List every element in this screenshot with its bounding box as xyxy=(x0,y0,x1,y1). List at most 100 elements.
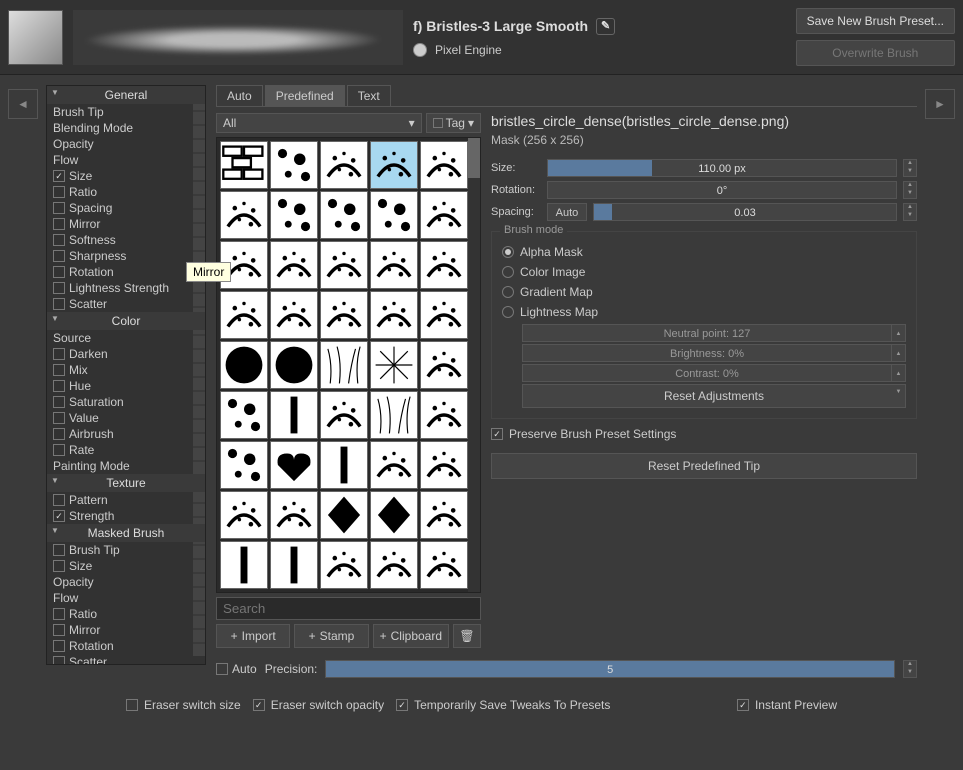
tip-thumbnail[interactable] xyxy=(270,491,318,539)
tip-thumbnail[interactable] xyxy=(420,491,468,539)
tip-thumbnail[interactable] xyxy=(420,441,468,489)
sidebar-item-blending-mode[interactable]: Blending Mode xyxy=(47,120,205,136)
sidebar-item-spacing[interactable]: Spacing xyxy=(47,200,205,216)
next-arrow-button[interactable]: ► xyxy=(925,89,955,119)
radio-lightness-map[interactable]: Lightness Map xyxy=(502,302,906,322)
tip-thumbnail[interactable] xyxy=(420,191,468,239)
tip-thumbnail[interactable] xyxy=(320,441,368,489)
reset-adjustments-button[interactable]: Reset Adjustments xyxy=(522,384,906,408)
checkbox-icon[interactable] xyxy=(53,380,65,392)
tip-thumbnail[interactable] xyxy=(420,541,468,589)
sidebar-item-sharpness[interactable]: Sharpness xyxy=(47,248,205,264)
sidebar-item-opacity[interactable]: Opacity xyxy=(47,136,205,152)
checkbox-icon[interactable] xyxy=(53,364,65,376)
spacing-auto-toggle[interactable]: Auto xyxy=(547,203,587,221)
tip-thumbnail[interactable] xyxy=(370,341,418,389)
brightness-slider[interactable]: Brightness: 0%▲▼ xyxy=(522,344,906,362)
tip-thumbnail[interactable] xyxy=(320,191,368,239)
scrollbar-thumb[interactable] xyxy=(468,138,480,178)
tip-thumbnail[interactable] xyxy=(370,391,418,439)
sidebar-item-darken[interactable]: Darken xyxy=(47,346,205,362)
rename-icon[interactable]: ✎ xyxy=(596,18,615,35)
checkbox-icon[interactable] xyxy=(53,428,65,440)
sidebar-item-rate[interactable]: Rate xyxy=(47,442,205,458)
checkbox-icon[interactable]: ✓ xyxy=(53,170,65,182)
tip-thumbnail[interactable] xyxy=(320,541,368,589)
instant-preview-checkbox[interactable]: ✓Instant Preview xyxy=(737,694,837,716)
rotation-slider[interactable]: 0° xyxy=(547,181,897,199)
sidebar-item-rotation[interactable]: Rotation xyxy=(47,264,205,280)
checkbox-icon[interactable] xyxy=(53,494,65,506)
tip-thumbnail[interactable] xyxy=(320,491,368,539)
tip-thumbnail[interactable] xyxy=(220,141,268,189)
section-masked[interactable]: Masked Brush xyxy=(47,524,205,542)
sidebar-item-masked-ratio[interactable]: Ratio xyxy=(47,606,205,622)
sidebar-item-saturation[interactable]: Saturation xyxy=(47,394,205,410)
tip-thumbnail[interactable] xyxy=(220,341,268,389)
preserve-preset-checkbox[interactable]: ✓ Preserve Brush Preset Settings xyxy=(491,423,917,445)
sidebar-item-painting-mode[interactable]: Painting Mode xyxy=(47,458,205,474)
section-general[interactable]: General xyxy=(47,86,205,104)
sidebar-item-masked-opacity[interactable]: Opacity xyxy=(47,574,205,590)
sidebar-item-masked-mirror[interactable]: Mirror xyxy=(47,622,205,638)
stamp-button[interactable]: +Stamp xyxy=(294,624,368,648)
sidebar-item-masked-scatter[interactable]: Scatter xyxy=(47,654,205,665)
tip-thumbnail[interactable] xyxy=(320,291,368,339)
sidebar-item-pattern[interactable]: Pattern xyxy=(47,492,205,508)
neutral-point-slider[interactable]: Neutral point: 127▲▼ xyxy=(522,324,906,342)
tab-predefined[interactable]: Predefined xyxy=(265,85,345,106)
tip-thumbnail[interactable] xyxy=(270,291,318,339)
tip-thumbnail[interactable] xyxy=(270,141,318,189)
precision-auto-checkbox[interactable]: Auto xyxy=(216,662,257,676)
eraser-switch-size-checkbox[interactable]: Eraser switch size xyxy=(126,694,241,716)
tip-thumbnail[interactable] xyxy=(220,391,268,439)
rotation-spinner[interactable]: ▲▼ xyxy=(903,181,917,199)
tip-thumbnail[interactable] xyxy=(270,391,318,439)
sidebar-item-mix[interactable]: Mix xyxy=(47,362,205,378)
tip-thumbnail[interactable] xyxy=(370,491,418,539)
sidebar-item-mirror[interactable]: Mirror xyxy=(47,216,205,232)
radio-alpha-mask[interactable]: Alpha Mask xyxy=(502,242,906,262)
tip-thumbnail[interactable] xyxy=(420,141,468,189)
delete-button[interactable]: 🗑 xyxy=(453,624,481,648)
checkbox-icon[interactable] xyxy=(53,202,65,214)
tip-thumbnail[interactable] xyxy=(370,291,418,339)
sidebar-item-flow[interactable]: Flow xyxy=(47,152,205,168)
checkbox-icon[interactable] xyxy=(53,560,65,572)
sidebar-item-airbrush[interactable]: Airbrush xyxy=(47,426,205,442)
checkbox-icon[interactable] xyxy=(53,218,65,230)
tip-thumbnail[interactable] xyxy=(320,341,368,389)
contrast-slider[interactable]: Contrast: 0%▲▼ xyxy=(522,364,906,382)
section-color[interactable]: Color xyxy=(47,312,205,330)
tip-thumbnail[interactable] xyxy=(420,291,468,339)
radio-color-image[interactable]: Color Image xyxy=(502,262,906,282)
tip-thumbnail[interactable] xyxy=(220,441,268,489)
temp-save-tweaks-checkbox[interactable]: ✓Temporarily Save Tweaks To Presets xyxy=(396,694,610,716)
checkbox-icon[interactable] xyxy=(53,266,65,278)
tab-text[interactable]: Text xyxy=(347,85,391,106)
reset-predefined-tip-button[interactable]: Reset Predefined Tip xyxy=(491,453,917,479)
checkbox-icon[interactable] xyxy=(53,608,65,620)
search-input[interactable] xyxy=(216,597,481,620)
tip-thumbnail[interactable] xyxy=(420,341,468,389)
tip-thumbnail[interactable] xyxy=(220,291,268,339)
checkbox-icon[interactable] xyxy=(53,656,65,665)
precision-spinner[interactable]: ▲▼ xyxy=(903,660,917,678)
tip-thumbnail[interactable] xyxy=(370,241,418,289)
sidebar-item-brush-tip[interactable]: Brush Tip xyxy=(47,104,205,120)
checkbox-icon[interactable] xyxy=(53,282,65,294)
spacing-slider[interactable]: 0.03 xyxy=(593,203,897,221)
sidebar-item-ratio[interactable]: Ratio xyxy=(47,184,205,200)
checkbox-icon[interactable] xyxy=(53,234,65,246)
sidebar-item-scatter[interactable]: Scatter xyxy=(47,296,205,312)
tip-thumbnail[interactable] xyxy=(320,141,368,189)
tip-thumbnail[interactable] xyxy=(270,541,318,589)
tip-thumbnail[interactable] xyxy=(370,191,418,239)
tip-thumbnail[interactable] xyxy=(270,341,318,389)
eraser-switch-opacity-checkbox[interactable]: ✓Eraser switch opacity xyxy=(253,694,384,716)
checkbox-icon[interactable] xyxy=(53,250,65,262)
checkbox-icon[interactable] xyxy=(53,624,65,636)
save-new-preset-button[interactable]: Save New Brush Preset... xyxy=(796,8,955,34)
checkbox-icon[interactable] xyxy=(53,412,65,424)
tip-thumbnail[interactable] xyxy=(270,241,318,289)
